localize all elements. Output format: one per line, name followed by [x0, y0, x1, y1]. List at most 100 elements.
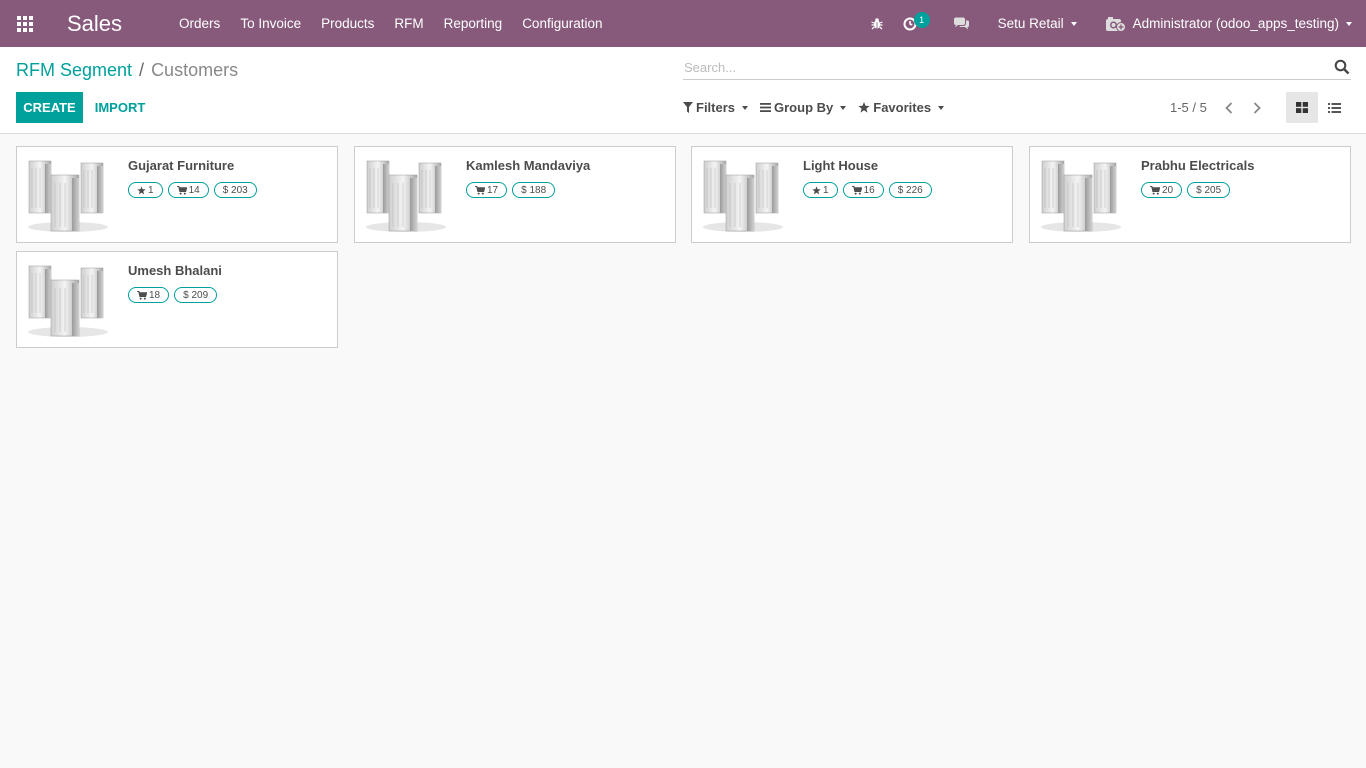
company-image	[366, 160, 446, 232]
badge-value: $ 205	[1196, 184, 1222, 196]
apps-menu-button[interactable]	[0, 0, 50, 47]
breadcrumb-rfm-segment[interactable]: RFM Segment	[16, 60, 132, 81]
list-view-button[interactable]	[1318, 92, 1350, 123]
user-name: Administrator (odoo_apps_testing)	[1132, 16, 1339, 31]
kanban-icon	[1296, 102, 1308, 113]
customer-card[interactable]: Kamlesh Mandaviya 17 $ 188	[354, 146, 676, 243]
apps-grid-icon	[17, 15, 33, 32]
menu-item-reporting[interactable]: Reporting	[434, 0, 513, 47]
menu-item-configuration[interactable]: Configuration	[512, 0, 612, 47]
cart-icon	[176, 185, 187, 195]
list-icon	[1327, 102, 1341, 113]
customer-badges: 17 $ 188	[466, 182, 560, 198]
filters-dropdown[interactable]: Filters	[683, 100, 749, 115]
view-switcher	[1286, 92, 1350, 123]
favorites-label: Favorites	[873, 100, 932, 115]
search-icon[interactable]	[1334, 59, 1350, 75]
group-by-label: Group By	[774, 100, 834, 115]
badge-value: 16	[863, 184, 875, 196]
star-icon	[858, 102, 870, 113]
customer-card[interactable]: Light House 1 16 $ 226	[691, 146, 1013, 243]
create-button[interactable]: CREATE	[16, 92, 83, 123]
search-input[interactable]	[683, 56, 1323, 78]
filter-icon	[683, 102, 693, 113]
badge-value: 1	[823, 184, 829, 196]
user-menu[interactable]: Administrator (odoo_apps_testing)	[1095, 0, 1366, 47]
star-icon	[137, 185, 146, 194]
cart-icon	[851, 185, 862, 195]
search-options: Filters Group By Favorites	[683, 92, 956, 123]
star-icon	[812, 185, 821, 194]
badge-value: 14	[188, 184, 200, 196]
pager-value[interactable]: 1-5 / 5	[1170, 100, 1207, 115]
menu-item-orders[interactable]: Orders	[169, 0, 230, 47]
debug-button[interactable]	[861, 0, 893, 47]
customer-name: Umesh Bhalani	[128, 263, 222, 278]
cart-badge: 17	[466, 182, 508, 198]
badge-value: $ 203	[222, 184, 248, 196]
dollar-badge: $ 226	[888, 182, 932, 198]
activity-button[interactable]: 1	[893, 0, 935, 47]
chevron-right-icon	[1253, 101, 1261, 114]
pager-previous-button[interactable]	[1219, 98, 1239, 118]
main-menu: Orders To Invoice Products RFM Reporting…	[169, 0, 612, 47]
dollar-badge: $ 205	[1187, 182, 1231, 198]
activity-count-badge: 1	[913, 12, 930, 28]
customer-name: Gujarat Furniture	[128, 158, 235, 173]
star-badge: 1	[128, 182, 163, 198]
dollar-badge: $ 203	[213, 182, 257, 198]
search-bar	[683, 56, 1351, 80]
messaging-button[interactable]	[935, 0, 980, 47]
breadcrumb-separator: /	[139, 60, 145, 80]
company-switcher[interactable]: Setu Retail	[980, 0, 1095, 47]
cart-icon	[475, 185, 485, 195]
cart-badge: 16	[842, 182, 884, 198]
caret-down-icon	[938, 105, 945, 110]
company-image	[703, 160, 783, 232]
bug-icon	[870, 18, 883, 30]
avatar-icon	[1105, 16, 1126, 32]
breadcrumb-current: Customers	[151, 60, 239, 80]
kanban-view-button[interactable]	[1286, 92, 1318, 123]
cart-icon	[1150, 185, 1160, 195]
breadcrumb: RFM Segment / Customers	[16, 60, 238, 81]
badge-value: $ 188	[521, 184, 547, 196]
bars-icon	[760, 103, 772, 112]
badge-value: $ 209	[183, 289, 209, 301]
pager: 1-5 / 5	[1170, 92, 1275, 123]
dollar-badge: $ 188	[512, 182, 556, 198]
cart-badge: 20	[1141, 182, 1183, 198]
pager-next-button[interactable]	[1247, 98, 1267, 118]
cart-badge: 18	[128, 287, 170, 303]
star-badge: 1	[803, 182, 838, 198]
caret-down-icon	[1070, 21, 1077, 26]
group-by-dropdown[interactable]: Group By	[760, 100, 847, 115]
customer-badges: 1 16 $ 226	[803, 182, 937, 198]
menu-item-rfm[interactable]: RFM	[384, 0, 433, 47]
company-image	[1041, 160, 1121, 232]
customer-badges: 1 14 $ 203	[128, 182, 262, 198]
badge-value: 17	[487, 184, 499, 196]
company-image	[28, 265, 108, 337]
chat-icon	[953, 17, 969, 30]
company-name: Setu Retail	[997, 16, 1064, 31]
customer-card[interactable]: Gujarat Furniture 1 14 $ 203	[16, 146, 338, 243]
caret-down-icon	[742, 105, 749, 110]
cart-badge: 14	[167, 182, 209, 198]
customer-card[interactable]: Prabhu Electricals 20 $ 205	[1029, 146, 1351, 243]
menu-item-to-invoice[interactable]: To Invoice	[230, 0, 311, 47]
filters-label: Filters	[696, 100, 736, 115]
customer-name: Kamlesh Mandaviya	[466, 158, 591, 173]
systray: 1 Setu Retail Administrator (odoo_apps_t…	[861, 0, 1366, 47]
customer-name: Light House	[803, 158, 879, 173]
favorites-dropdown[interactable]: Favorites	[858, 100, 945, 115]
caret-down-icon	[1346, 21, 1352, 26]
customer-badges: 18 $ 209	[128, 287, 222, 303]
customer-card[interactable]: Umesh Bhalani 18 $ 209	[16, 251, 338, 348]
customer-name: Prabhu Electricals	[1141, 158, 1255, 173]
customer-badges: 20 $ 205	[1141, 182, 1235, 198]
badge-value: 18	[149, 289, 161, 301]
import-button[interactable]: IMPORT	[90, 92, 150, 123]
menu-item-products[interactable]: Products	[311, 0, 384, 47]
dollar-badge: $ 209	[174, 287, 218, 303]
